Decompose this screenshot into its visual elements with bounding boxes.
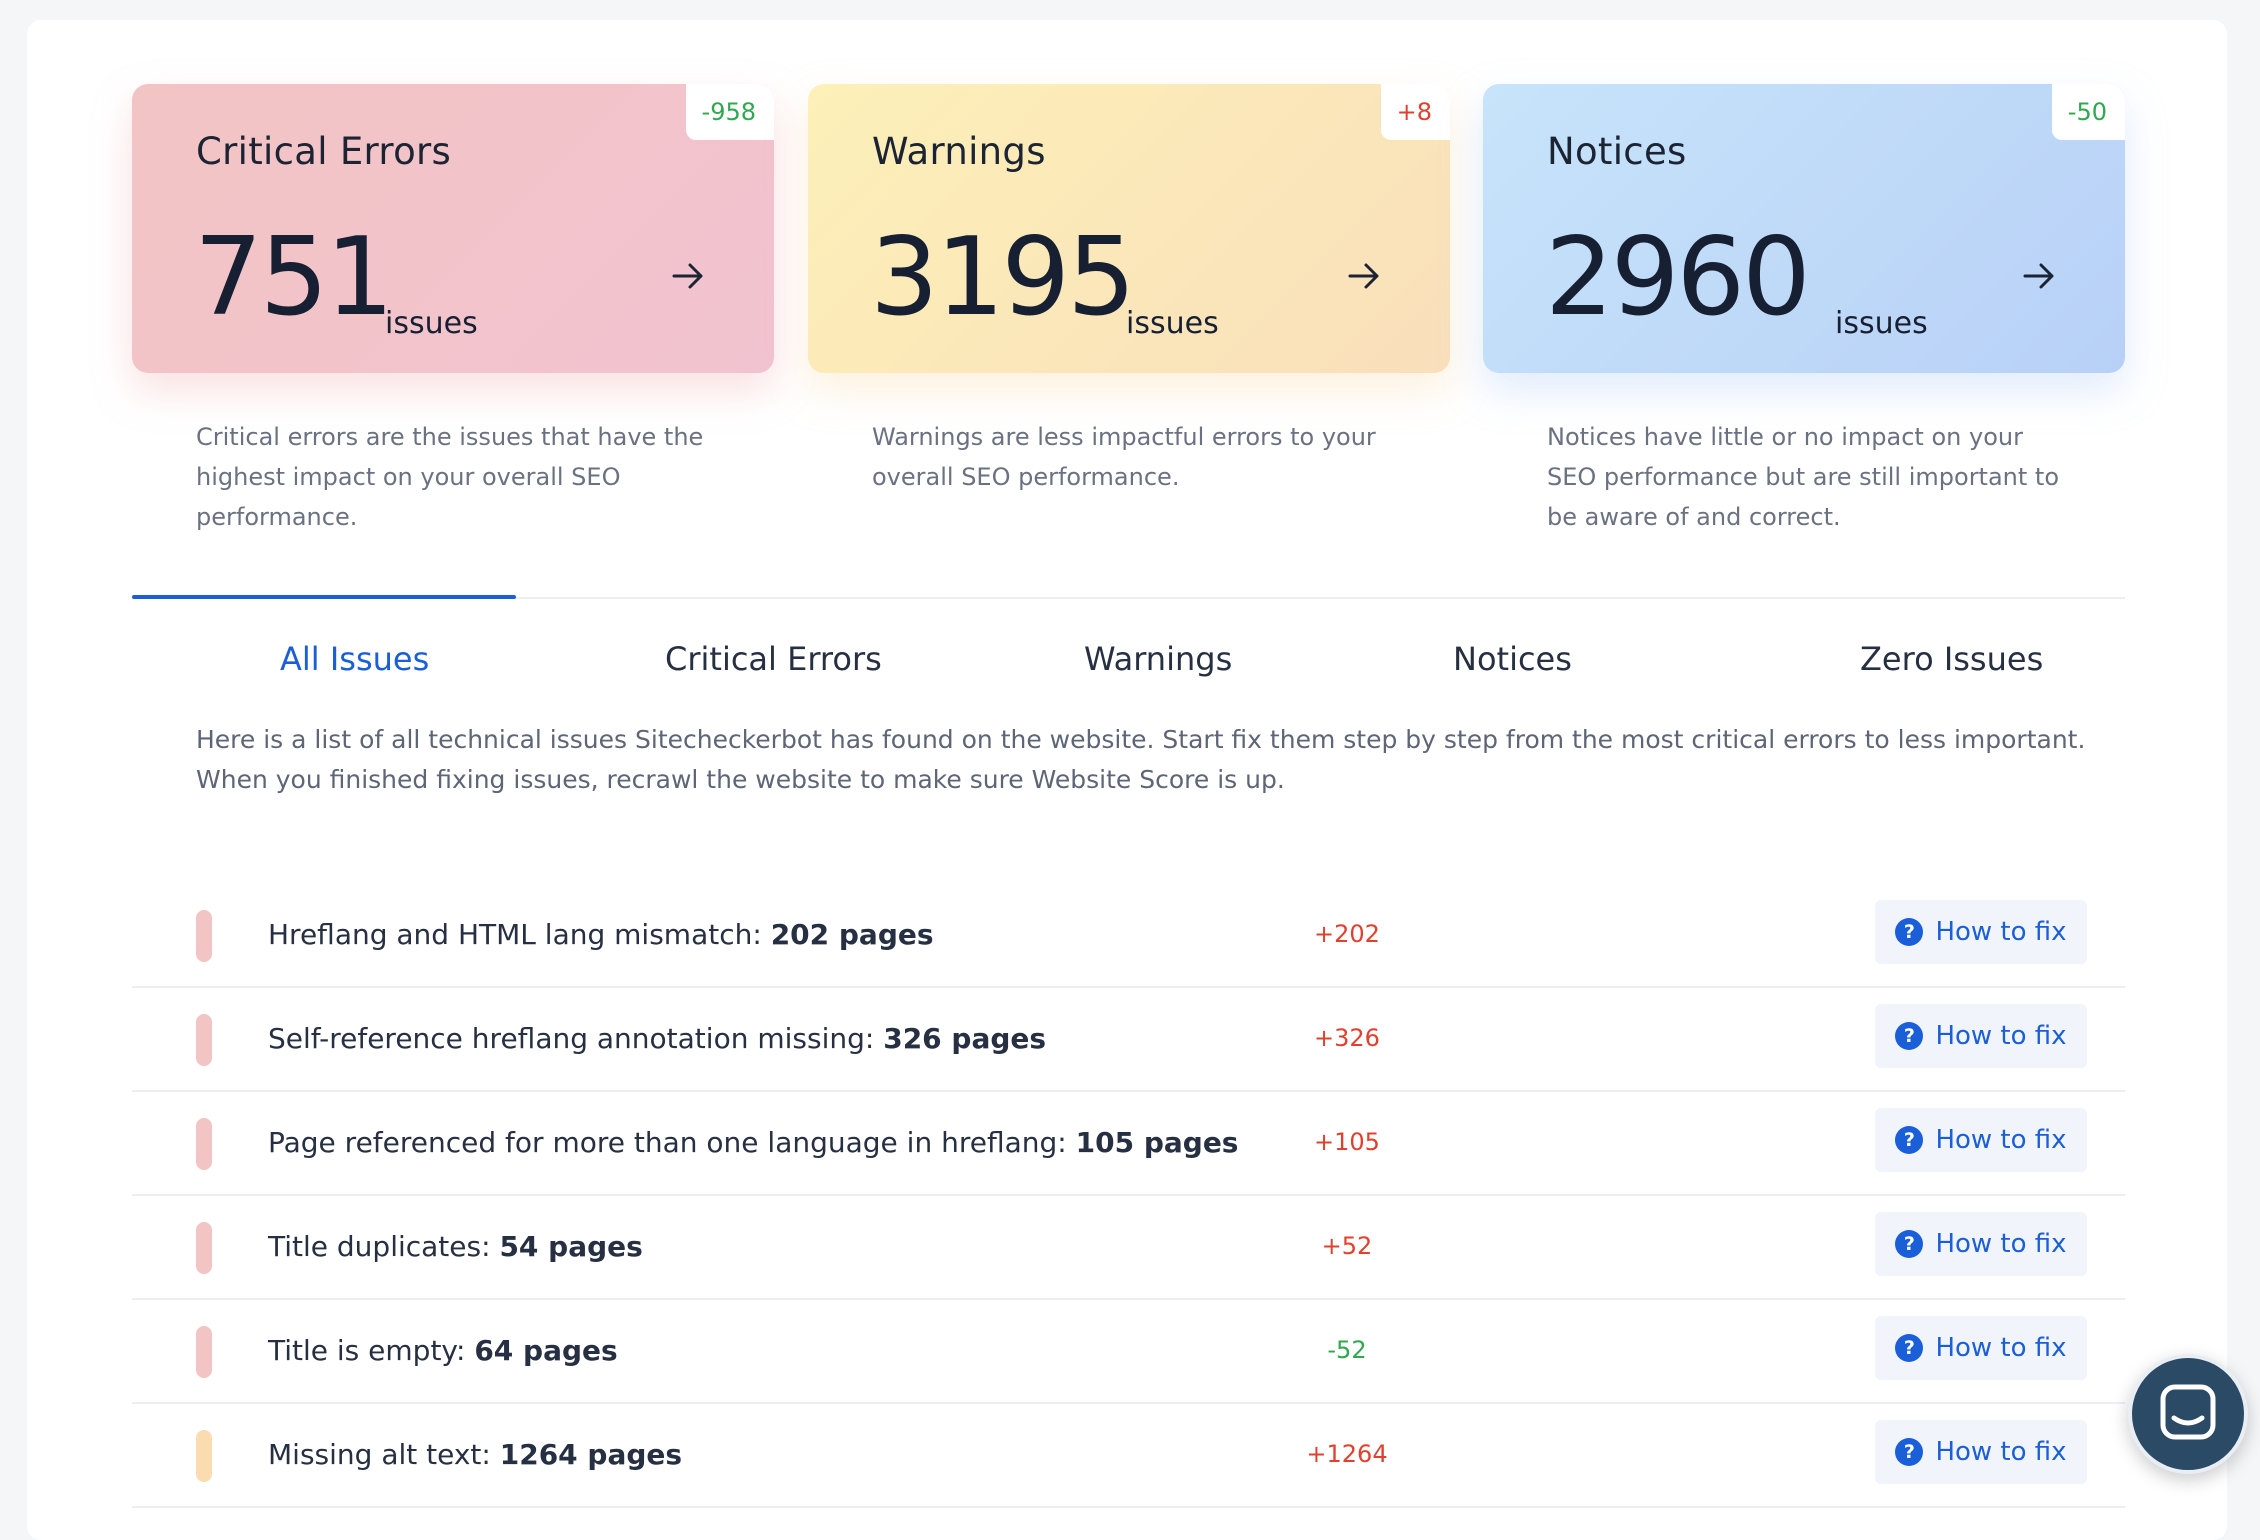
warnings-card[interactable]: Warnings 3195 issues +8 xyxy=(808,84,1450,373)
severity-indicator xyxy=(196,1118,212,1170)
question-circle-icon: ? xyxy=(1895,918,1924,946)
issue-label: Title duplicates: xyxy=(268,1230,491,1263)
how-to-fix-button[interactable]: ? How to fix xyxy=(1875,1316,2087,1380)
list-item: Self-reference hreflang annotation missi… xyxy=(132,988,2125,1092)
issue-label: Hreflang and HTML lang mismatch: xyxy=(268,918,762,951)
severity-indicator xyxy=(196,910,212,962)
issue-delta: +52 xyxy=(1321,1232,1373,1260)
fix-label: How to fix xyxy=(1935,1437,2067,1467)
card-title: Critical Errors xyxy=(196,130,452,173)
issue-label: Self-reference hreflang annotation missi… xyxy=(268,1022,875,1055)
question-circle-icon: ? xyxy=(1895,1230,1924,1258)
card-title: Notices xyxy=(1547,130,1687,173)
issue-delta: +105 xyxy=(1314,1128,1380,1156)
severity-indicator xyxy=(196,1014,212,1066)
list-item: Missing alt text: 1264 pages +1264 ? How … xyxy=(132,1404,2125,1508)
card-issue-count: 751 xyxy=(194,215,394,340)
fix-label: How to fix xyxy=(1935,1021,2067,1051)
fix-label: How to fix xyxy=(1935,917,2067,947)
severity-indicator xyxy=(196,1222,212,1274)
issue-delta: +202 xyxy=(1314,920,1380,948)
how-to-fix-button[interactable]: ? How to fix xyxy=(1875,1004,2087,1068)
list-item: Hreflang and HTML lang mismatch: 202 pag… xyxy=(132,884,2125,988)
issues-intro-text: Here is a list of all technical issues S… xyxy=(196,725,2086,794)
critical-errors-card[interactable]: Critical Errors 751 issues -958 xyxy=(132,84,774,373)
main-panel: Critical Errors 751 issues -958 Critical… xyxy=(27,20,2227,1540)
issue-title[interactable]: Title is empty: 64 pages xyxy=(268,1334,618,1367)
question-circle-icon: ? xyxy=(1895,1126,1924,1154)
arrow-right-icon[interactable] xyxy=(668,256,708,296)
severity-indicator xyxy=(196,1326,212,1378)
fix-label: How to fix xyxy=(1935,1125,2067,1155)
notices-column: Notices 2960 issues -50 Notices have lit… xyxy=(1483,84,2125,537)
card-unit: issues xyxy=(1126,306,1219,341)
tab-notices[interactable]: Notices xyxy=(1453,640,1572,678)
issue-delta: +326 xyxy=(1314,1024,1380,1052)
card-title: Warnings xyxy=(872,130,1046,173)
issue-label: Missing alt text: xyxy=(268,1438,491,1471)
how-to-fix-button[interactable]: ? How to fix xyxy=(1875,1420,2087,1484)
tab-active-indicator xyxy=(132,595,516,599)
card-issue-count: 2960 xyxy=(1545,215,1811,340)
question-circle-icon: ? xyxy=(1895,1438,1924,1466)
list-item: Title is empty: 64 pages -52 ? How to fix xyxy=(132,1300,2125,1404)
issue-page-count: 64 pages xyxy=(474,1334,618,1367)
how-to-fix-button[interactable]: ? How to fix xyxy=(1875,900,2087,964)
card-description: Critical errors are the issues that have… xyxy=(196,423,704,531)
arrow-right-icon[interactable] xyxy=(1344,256,1384,296)
summary-cards: Critical Errors 751 issues -958 Critical… xyxy=(132,84,2125,531)
question-circle-icon: ? xyxy=(1895,1022,1924,1050)
issue-label: Title is empty: xyxy=(268,1334,466,1367)
tab-warnings[interactable]: Warnings xyxy=(1084,640,1232,678)
issue-label: Page referenced for more than one langua… xyxy=(268,1126,1067,1159)
issue-tabs: All Issues Critical Errors Warnings Noti… xyxy=(132,640,2125,700)
list-item: Page referenced for more than one langua… xyxy=(132,1092,2125,1196)
tab-critical-errors[interactable]: Critical Errors xyxy=(665,640,882,678)
arrow-right-icon[interactable] xyxy=(2019,256,2059,296)
issue-title[interactable]: Title duplicates: 54 pages xyxy=(268,1230,643,1263)
how-to-fix-button[interactable]: ? How to fix xyxy=(1875,1108,2087,1172)
warnings-column: Warnings 3195 issues +8 Warnings are les… xyxy=(808,84,1450,497)
how-to-fix-button[interactable]: ? How to fix xyxy=(1875,1212,2087,1276)
card-unit: issues xyxy=(385,306,478,341)
tab-all-issues[interactable]: All Issues xyxy=(280,640,429,678)
issue-delta: -52 xyxy=(1327,1336,1367,1364)
issue-title[interactable]: Self-reference hreflang annotation missi… xyxy=(268,1022,1046,1055)
fix-label: How to fix xyxy=(1935,1229,2067,1259)
issue-page-count: 1264 pages xyxy=(499,1438,683,1471)
card-unit: issues xyxy=(1835,306,1928,341)
card-description: Warnings are less impactful errors to yo… xyxy=(872,423,1376,491)
chat-icon xyxy=(2160,1384,2216,1440)
card-delta-badge: -958 xyxy=(685,84,774,140)
notices-card[interactable]: Notices 2960 issues -50 xyxy=(1483,84,2125,373)
issue-page-count: 54 pages xyxy=(499,1230,643,1263)
card-issue-count: 3195 xyxy=(870,215,1136,340)
critical-errors-column: Critical Errors 751 issues -958 Critical… xyxy=(132,84,774,537)
severity-indicator xyxy=(196,1430,212,1482)
list-item: Title duplicates: 54 pages +52 ? How to f… xyxy=(132,1196,2125,1300)
issue-page-count: 326 pages xyxy=(883,1022,1047,1055)
tab-zero-issues[interactable]: Zero Issues xyxy=(1860,640,2043,678)
issue-page-count: 105 pages xyxy=(1075,1126,1239,1159)
issue-title[interactable]: Missing alt text: 1264 pages xyxy=(268,1438,682,1471)
question-circle-icon: ? xyxy=(1895,1334,1924,1362)
card-delta-badge: +8 xyxy=(1380,84,1450,140)
fix-label: How to fix xyxy=(1935,1333,2067,1363)
issue-delta: +1264 xyxy=(1306,1440,1388,1468)
issue-title[interactable]: Hreflang and HTML lang mismatch: 202 pag… xyxy=(268,918,934,951)
chat-launcher-button[interactable] xyxy=(2128,1354,2248,1474)
card-description: Notices have little or no impact on your… xyxy=(1547,423,2060,531)
issue-page-count: 202 pages xyxy=(770,918,934,951)
card-delta-badge: -50 xyxy=(2051,84,2125,140)
issue-title[interactable]: Page referenced for more than one langua… xyxy=(268,1126,1238,1159)
issues-list: Hreflang and HTML lang mismatch: 202 pag… xyxy=(132,884,2125,1508)
